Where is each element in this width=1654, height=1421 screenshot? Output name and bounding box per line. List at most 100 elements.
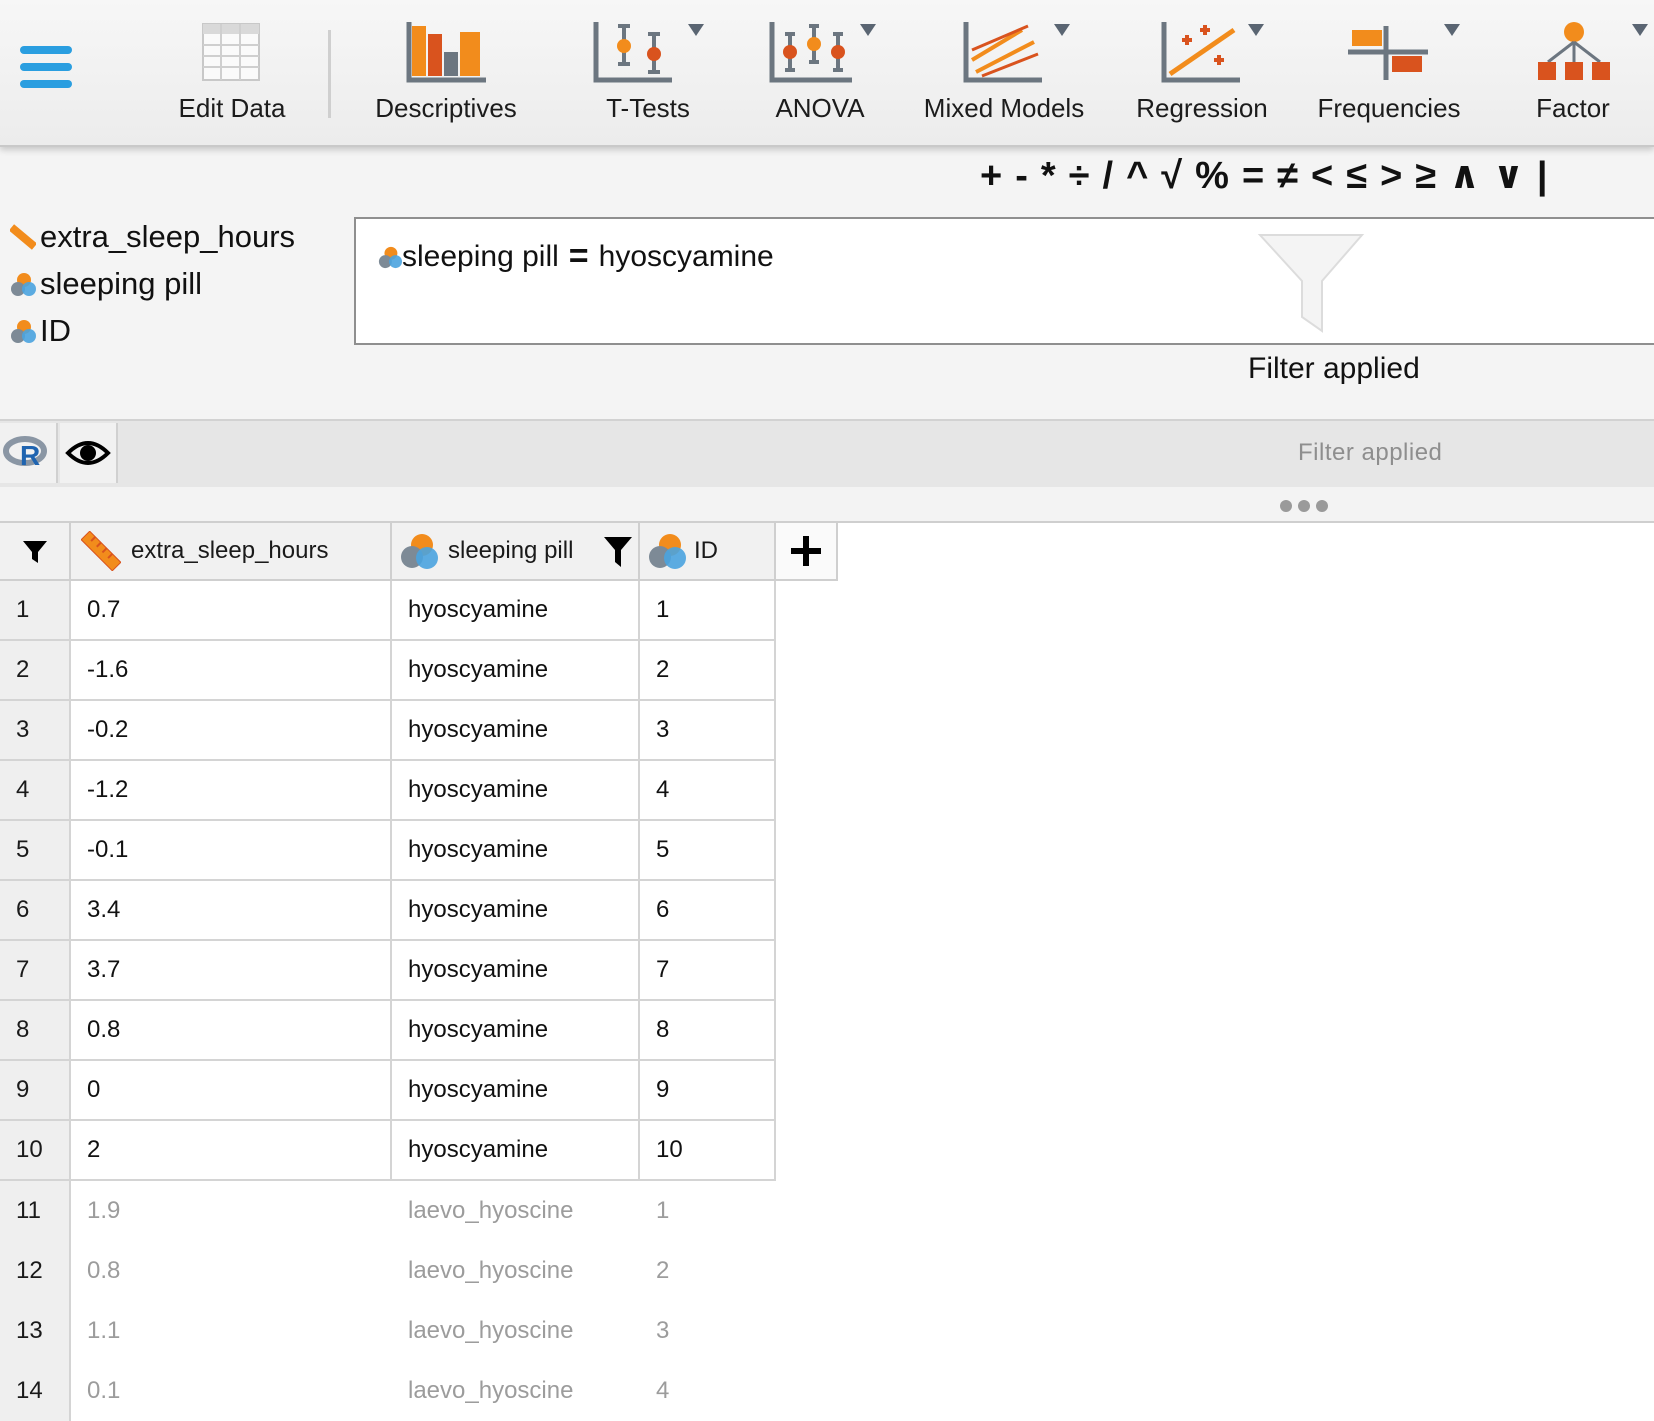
table-row[interactable]: 4 -1.2 hyoscyamine 4 — [0, 761, 776, 821]
cell-extra-sleep-hours[interactable]: 0.8 — [71, 1241, 392, 1301]
table-row-filtered[interactable]: 11 1.9 laevo_hyoscine 1 — [0, 1181, 776, 1241]
row-number[interactable]: 11 — [0, 1181, 71, 1241]
row-number[interactable]: 13 — [0, 1301, 71, 1361]
table-row-filtered[interactable]: 12 0.8 laevo_hyoscine 2 — [0, 1241, 776, 1301]
cell-extra-sleep-hours[interactable]: 2 — [71, 1121, 392, 1181]
row-number[interactable]: 7 — [0, 941, 71, 1001]
show-filter-toggle[interactable] — [60, 423, 118, 483]
operator-greater-equal[interactable]: ≥ — [1415, 155, 1437, 197]
cell-id[interactable]: 8 — [640, 1001, 776, 1061]
cell-id[interactable]: 1 — [640, 1181, 776, 1241]
table-row[interactable]: 2 -1.6 hyoscyamine 2 — [0, 641, 776, 701]
cell-extra-sleep-hours[interactable]: -0.2 — [71, 701, 392, 761]
cell-sleeping-pill[interactable]: hyoscyamine — [392, 1061, 640, 1121]
cell-id[interactable]: 9 — [640, 1061, 776, 1121]
row-number[interactable]: 3 — [0, 701, 71, 761]
operator-slash[interactable]: / — [1103, 155, 1115, 197]
operator-multiply[interactable]: * — [1041, 155, 1057, 197]
cell-id[interactable]: 3 — [640, 1301, 776, 1361]
cell-sleeping-pill[interactable]: hyoscyamine — [392, 761, 640, 821]
operator-greater[interactable]: > — [1380, 155, 1403, 197]
row-number[interactable]: 2 — [0, 641, 71, 701]
row-number[interactable]: 12 — [0, 1241, 71, 1301]
frequencies-button[interactable]: Frequencies — [1310, 18, 1468, 130]
cell-sleeping-pill[interactable]: laevo_hyoscine — [392, 1181, 640, 1241]
formula-operator[interactable]: = — [569, 237, 589, 276]
cell-id[interactable]: 6 — [640, 881, 776, 941]
cell-sleeping-pill[interactable]: laevo_hyoscine — [392, 1361, 640, 1421]
cell-sleeping-pill[interactable]: hyoscyamine — [392, 701, 640, 761]
operator-and[interactable]: ∧ — [1449, 155, 1481, 197]
cell-extra-sleep-hours[interactable]: 3.7 — [71, 941, 392, 1001]
table-row[interactable]: 5 -0.1 hyoscyamine 5 — [0, 821, 776, 881]
row-number[interactable]: 14 — [0, 1361, 71, 1421]
operator-minus[interactable]: - — [1015, 155, 1029, 197]
cell-extra-sleep-hours[interactable]: 0.7 — [71, 581, 392, 641]
cell-sleeping-pill[interactable]: hyoscyamine — [392, 1001, 640, 1061]
cell-sleeping-pill[interactable]: hyoscyamine — [392, 1121, 640, 1181]
table-row-filtered[interactable]: 14 0.1 laevo_hyoscine 4 — [0, 1361, 776, 1421]
formula-value[interactable]: hyoscyamine — [599, 240, 774, 274]
cell-extra-sleep-hours[interactable]: 0 — [71, 1061, 392, 1121]
cell-sleeping-pill[interactable]: hyoscyamine — [392, 641, 640, 701]
cell-sleeping-pill[interactable]: hyoscyamine — [392, 821, 640, 881]
anova-button[interactable]: ANOVA — [756, 18, 884, 130]
table-row[interactable]: 3 -0.2 hyoscyamine 3 — [0, 701, 776, 761]
table-row[interactable]: 6 3.4 hyoscyamine 6 — [0, 881, 776, 941]
apply-filter-funnel-icon[interactable] — [1256, 231, 1366, 335]
operator-not-equal[interactable]: ≠ — [1277, 155, 1299, 197]
cell-sleeping-pill[interactable]: hyoscyamine — [392, 581, 640, 641]
cell-id[interactable]: 7 — [640, 941, 776, 1001]
filter-formula-editor[interactable]: sleeping pill = hyoscyamine — [354, 217, 1654, 345]
cell-id[interactable]: 5 — [640, 821, 776, 881]
cell-extra-sleep-hours[interactable]: 1.9 — [71, 1181, 392, 1241]
add-column-button[interactable] — [776, 523, 838, 581]
variable-item-id[interactable]: ID — [10, 307, 295, 354]
variable-item-sleeping-pill[interactable]: sleeping pill — [10, 260, 295, 307]
operator-power[interactable]: ^ — [1126, 155, 1149, 197]
cell-id[interactable]: 3 — [640, 701, 776, 761]
table-row[interactable]: 1 0.7 hyoscyamine 1 — [0, 581, 776, 641]
factor-button[interactable]: Factor — [1520, 18, 1648, 130]
column-filter-funnel-icon[interactable] — [602, 535, 634, 569]
operator-less[interactable]: < — [1311, 155, 1334, 197]
operator-divide[interactable]: ÷ — [1069, 155, 1091, 197]
t-tests-button[interactable]: T-Tests — [584, 18, 712, 130]
cell-id[interactable]: 1 — [640, 581, 776, 641]
cell-extra-sleep-hours[interactable]: 3.4 — [71, 881, 392, 941]
formula-variable[interactable]: sleeping pill — [402, 240, 559, 274]
row-number[interactable]: 6 — [0, 881, 71, 941]
r-code-button[interactable]: R — [0, 423, 58, 483]
cell-extra-sleep-hours[interactable]: 0.8 — [71, 1001, 392, 1061]
cell-id[interactable]: 10 — [640, 1121, 776, 1181]
cell-sleeping-pill[interactable]: laevo_hyoscine — [392, 1241, 640, 1301]
panel-splitter[interactable] — [0, 487, 1654, 523]
operator-less-equal[interactable]: ≤ — [1346, 155, 1368, 197]
mixed-models-button[interactable]: Mixed Models — [914, 18, 1094, 130]
operator-percent[interactable]: % — [1195, 155, 1230, 197]
table-row-filtered[interactable]: 13 1.1 laevo_hyoscine 3 — [0, 1301, 776, 1361]
operator-bar[interactable]: + - * ÷ / ^ √% = ≠ < ≤ > ≥ ∧ ∨ | — [980, 153, 1560, 197]
operator-plus[interactable]: + — [980, 155, 1003, 197]
cell-extra-sleep-hours[interactable]: -0.1 — [71, 821, 392, 881]
cell-extra-sleep-hours[interactable]: 0.1 — [71, 1361, 392, 1421]
cell-sleeping-pill[interactable]: laevo_hyoscine — [392, 1301, 640, 1361]
hamburger-menu-icon[interactable] — [20, 46, 72, 100]
edit-data-button[interactable]: Edit Data — [166, 18, 298, 130]
cell-sleeping-pill[interactable]: hyoscyamine — [392, 881, 640, 941]
cell-extra-sleep-hours[interactable]: -1.2 — [71, 761, 392, 821]
table-row[interactable]: 9 0 hyoscyamine 9 — [0, 1061, 776, 1121]
row-number[interactable]: 10 — [0, 1121, 71, 1181]
table-row[interactable]: 8 0.8 hyoscyamine 8 — [0, 1001, 776, 1061]
column-header-id[interactable]: ID — [640, 523, 776, 581]
cell-id[interactable]: 2 — [640, 1241, 776, 1301]
column-header-sleeping-pill[interactable]: sleeping pill — [392, 523, 640, 581]
row-number[interactable]: 9 — [0, 1061, 71, 1121]
row-number[interactable]: 1 — [0, 581, 71, 641]
cell-id[interactable]: 4 — [640, 761, 776, 821]
variable-item-extra-sleep-hours[interactable]: extra_sleep_hours — [10, 213, 295, 260]
cell-id[interactable]: 4 — [640, 1361, 776, 1421]
descriptives-button[interactable]: Descriptives — [360, 18, 532, 130]
row-number[interactable]: 5 — [0, 821, 71, 881]
regression-button[interactable]: Regression — [1126, 18, 1278, 130]
